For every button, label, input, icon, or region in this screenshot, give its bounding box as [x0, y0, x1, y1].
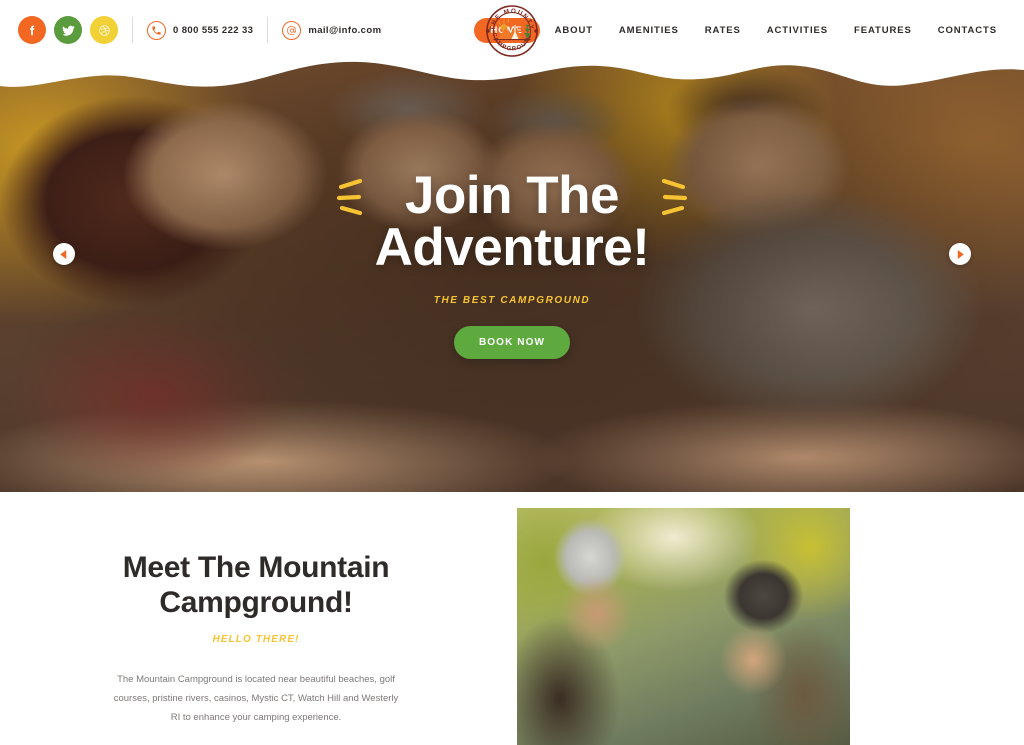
- book-now-button[interactable]: BOOK NOW: [453, 325, 571, 359]
- nav-item-about[interactable]: ABOUT: [544, 18, 604, 43]
- about-eyebrow: HELLO THERE!: [212, 633, 300, 645]
- hero-slider: Join The Adventure! THE BEST CAMPGROUND …: [0, 52, 1024, 492]
- email-address: mail@info.com: [308, 24, 382, 36]
- divider: [132, 17, 133, 43]
- nav-item-rates[interactable]: RATES: [694, 18, 752, 43]
- social-link-twitter[interactable]: [54, 16, 82, 44]
- about-title: Meet The Mountain Campground!: [123, 550, 390, 621]
- phone-number: 0 800 555 222 33: [173, 24, 254, 36]
- sparkle-right-icon: [659, 176, 705, 222]
- email-at-icon: [282, 20, 302, 40]
- nav-item-features[interactable]: FEATURES: [843, 18, 923, 43]
- chevron-right-icon: [957, 249, 964, 259]
- slider-next-button[interactable]: [949, 243, 971, 265]
- hero-title-line2: Adventure!: [374, 217, 650, 277]
- slider-prev-button[interactable]: [53, 243, 75, 265]
- sparkle-left-icon: [319, 176, 365, 222]
- facebook-icon: [29, 25, 34, 35]
- nav-item-amenities[interactable]: AMENITIES: [608, 18, 690, 43]
- hero-title: Join The Adventure!: [374, 166, 650, 277]
- chevron-left-icon: [60, 249, 67, 259]
- main-navigation: HOME ABOUT AMENITIES RATES ACTIVITIES FE…: [473, 17, 1008, 43]
- social-links: [18, 16, 118, 44]
- hero-title-wrap: Join The Adventure!: [336, 166, 688, 277]
- twitter-icon: [62, 25, 75, 36]
- campground-badge-logo-icon: THE MOUNTY CAMPGROUND: [485, 5, 539, 57]
- about-title-line1: Meet The Mountain: [122, 551, 390, 584]
- divider: [267, 17, 269, 43]
- social-link-facebook[interactable]: [18, 16, 46, 44]
- about-title-line2: Campground!: [159, 586, 353, 620]
- hero-subtitle: THE BEST CAMPGROUND: [433, 294, 591, 306]
- site-header: 0 800 555 222 33 mail@info.com THE MOUNT…: [0, 0, 1024, 60]
- about-section: Meet The Mountain Campground! HELLO THER…: [0, 500, 1024, 745]
- nav-item-contacts[interactable]: CONTACTS: [927, 18, 1008, 43]
- about-photo: [517, 508, 850, 745]
- phone-icon: [147, 20, 166, 40]
- about-text-column: Meet The Mountain Campground! HELLO THER…: [0, 500, 512, 745]
- site-logo[interactable]: THE MOUNTY CAMPGROUND: [480, 1, 544, 61]
- contact-email[interactable]: mail@info.com: [282, 20, 382, 40]
- about-image-column: [512, 500, 1024, 745]
- hero-title-line1: Join The: [405, 166, 619, 225]
- dribbble-icon: [98, 24, 110, 36]
- contact-phone[interactable]: 0 800 555 222 33: [147, 20, 254, 40]
- social-link-dribbble[interactable]: [90, 16, 118, 44]
- about-body-text: The Mountain Campground is located near …: [113, 673, 399, 723]
- nav-item-activities[interactable]: ACTIVITIES: [756, 18, 839, 43]
- hero-content: Join The Adventure! THE BEST CAMPGROUND …: [0, 52, 1024, 492]
